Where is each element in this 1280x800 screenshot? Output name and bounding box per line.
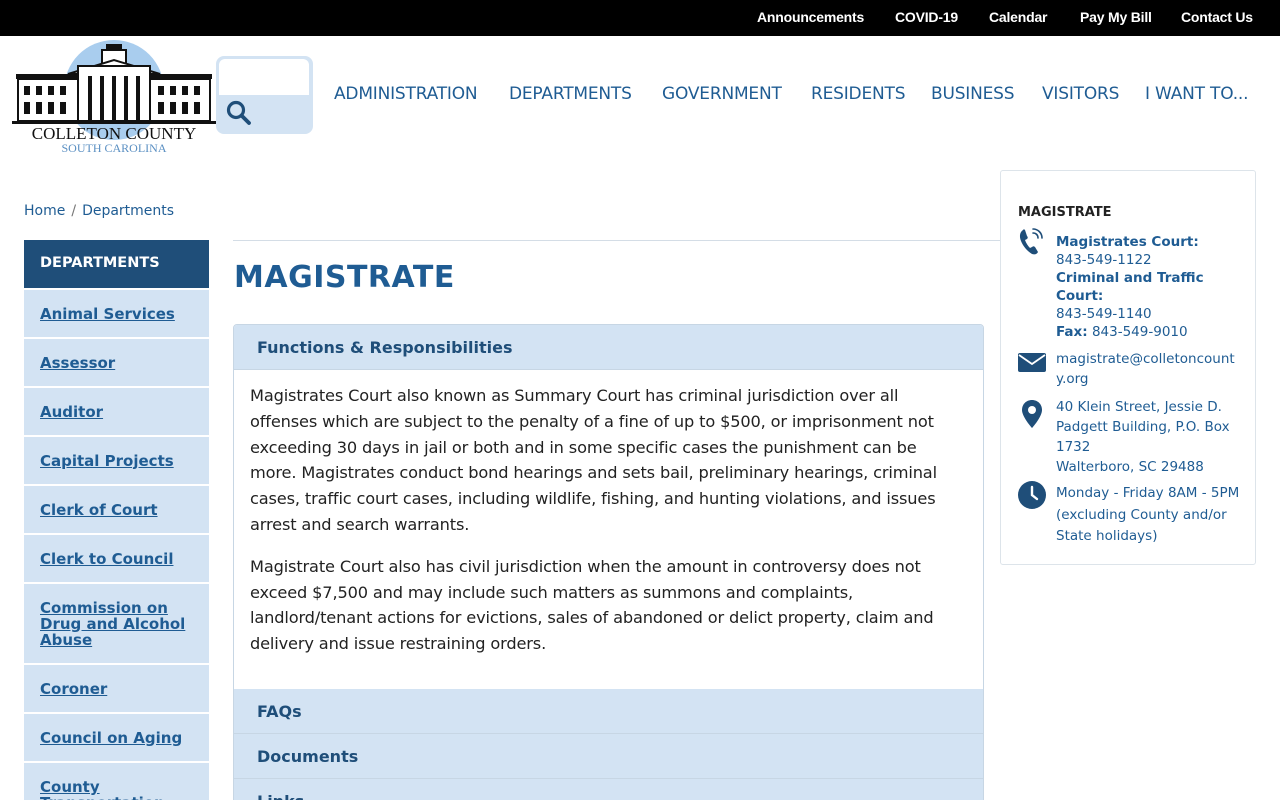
sidebar-item-label: County Transportation [40, 778, 165, 800]
criminal-traffic-court-phone[interactable]: 843-549-1140 [1056, 306, 1152, 322]
courthouse-logo-icon: COLLETON COUNTY SOUTH CAROLINA [12, 40, 216, 155]
phone-details: Magistrates Court: 843-549-1122 Criminal… [1056, 233, 1242, 341]
page-title: MAGISTRATE [234, 260, 455, 295]
magistrates-court-phone[interactable]: 843-549-1122 [1056, 252, 1152, 268]
sidebar-item-label: Clerk to Council [40, 549, 174, 568]
sidebar-item-label: Clerk of Court [40, 500, 158, 519]
accordion-header-links[interactable]: Links [234, 778, 983, 800]
fax-label: Fax: [1056, 324, 1088, 340]
logo-state-name: SOUTH CAROLINA [62, 141, 167, 155]
accordion: Functions & Responsibilities Magistrates… [233, 324, 984, 800]
address-city: Walterboro, SC 29488 [1056, 459, 1204, 475]
breadcrumb-home[interactable]: Home [24, 203, 65, 219]
utility-bar: Announcements COVID-19 Calendar Pay My B… [0, 0, 1280, 36]
sidebar-item-commission-drug-alcohol[interactable]: Commission on Drug and Alcohol Abuse [24, 582, 209, 663]
utility-link-covid[interactable]: COVID-19 [895, 9, 958, 25]
utility-link-contact-us[interactable]: Contact Us [1181, 9, 1253, 25]
sidebar-item-label: Coroner [40, 679, 108, 698]
fax-number: 843-549-9010 [1091, 324, 1188, 340]
email-link[interactable]: magistrate@colletoncounty.org [1056, 349, 1242, 389]
address-street: 40 Klein Street, Jessie D. Padgett Build… [1056, 399, 1230, 455]
content-divider [233, 240, 1000, 241]
accordion-header-faqs[interactable]: FAQs [234, 688, 983, 734]
sidebar-item-council-on-aging[interactable]: Council on Aging [24, 712, 209, 761]
sidebar-item-label: Animal Services [40, 304, 175, 323]
envelope-icon [1018, 353, 1046, 372]
nav-business[interactable]: BUSINESS [931, 84, 1015, 104]
sidebar-item-capital-projects[interactable]: Capital Projects [24, 435, 209, 484]
sidebar-heading: DEPARTMENTS [24, 240, 209, 288]
accordion-panel-functions: Magistrates Court also known as Summary … [234, 370, 983, 689]
search-input[interactable] [219, 59, 309, 95]
sidebar-item-auditor[interactable]: Auditor [24, 386, 209, 435]
sidebar-item-label: Capital Projects [40, 451, 174, 470]
utility-link-announcements[interactable]: Announcements [757, 9, 864, 25]
nav-residents[interactable]: RESIDENTS [811, 84, 905, 104]
search-icon[interactable] [226, 100, 252, 126]
clock-icon [1018, 481, 1046, 509]
sidebar-item-label: Commission on Drug and Alcohol Abuse [40, 598, 186, 649]
sidebar-item-county-transportation[interactable]: County Transportation [24, 761, 209, 800]
utility-link-calendar[interactable]: Calendar [989, 9, 1048, 25]
address: 40 Klein Street, Jessie D. Padgett Build… [1056, 397, 1242, 477]
accordion-header-functions[interactable]: Functions & Responsibilities [234, 325, 983, 370]
nav-i-want-to[interactable]: I WANT TO... [1145, 84, 1249, 104]
sidebar-item-assessor[interactable]: Assessor [24, 337, 209, 386]
map-pin-icon [1022, 400, 1042, 428]
sidebar-item-label: Council on Aging [40, 728, 183, 747]
paragraph-criminal-jurisdiction: Magistrates Court also known as Summary … [250, 386, 937, 534]
nav-visitors[interactable]: VISITORS [1042, 84, 1119, 104]
criminal-traffic-court-label: Criminal and Traffic Court: [1056, 270, 1204, 304]
phone-icon [1019, 228, 1043, 255]
office-hours: Monday - Friday 8AM - 5PM (excluding Cou… [1056, 485, 1240, 544]
nav-administration[interactable]: ADMINISTRATION [334, 84, 478, 104]
nav-government[interactable]: GOVERNMENT [662, 84, 782, 104]
utility-link-pay-my-bill[interactable]: Pay My Bill [1080, 9, 1152, 25]
sidebar-item-clerk-to-council[interactable]: Clerk to Council [24, 533, 209, 582]
magistrates-court-label: Magistrates Court: [1056, 234, 1199, 250]
sidebar-item-label: Auditor [40, 402, 104, 421]
contact-info-card: MAGISTRATE Magistrates Court: 843-549-11… [1000, 170, 1256, 565]
departments-sidebar: DEPARTMENTS Animal Services Assessor Aud… [24, 240, 209, 800]
accordion-header-documents[interactable]: Documents [234, 733, 983, 779]
search-box [216, 56, 313, 134]
nav-departments[interactable]: DEPARTMENTS [509, 84, 632, 104]
county-logo[interactable]: COLLETON COUNTY SOUTH CAROLINA [10, 36, 218, 156]
sidebar-item-animal-services[interactable]: Animal Services [24, 288, 209, 337]
sidebar-item-coroner[interactable]: Coroner [24, 663, 209, 712]
info-card-title: MAGISTRATE [1018, 205, 1112, 220]
sidebar-item-label: Assessor [40, 353, 116, 372]
sidebar-item-clerk-of-court[interactable]: Clerk of Court [24, 484, 209, 533]
breadcrumb: Home / Departments [24, 203, 174, 219]
breadcrumb-separator: / [71, 203, 77, 219]
paragraph-civil-jurisdiction: Magistrate Court also has civil jurisdic… [250, 556, 934, 654]
breadcrumb-departments[interactable]: Departments [82, 203, 174, 219]
